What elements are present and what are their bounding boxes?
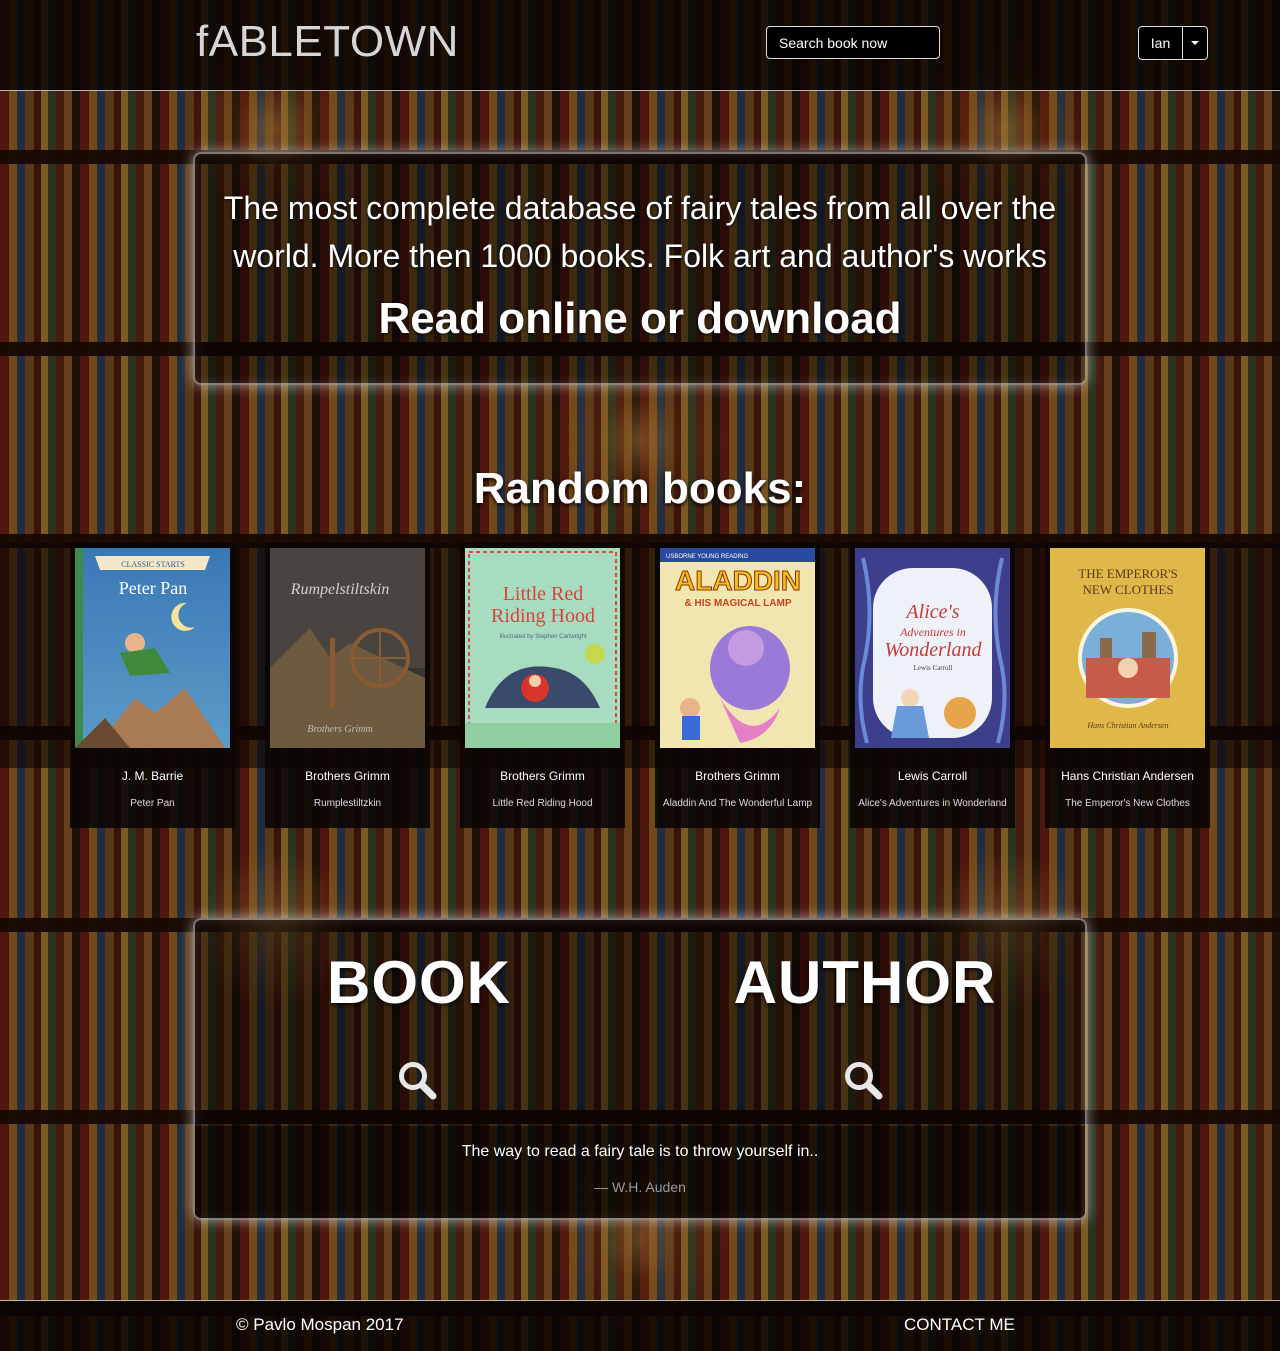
search-panel: BOOK AUTHOR The way to read a fairy tale… <box>193 918 1087 1220</box>
book-card[interactable]: USBORNE YOUNG READING ALADDIN & HIS MAGI… <box>655 543 820 828</box>
magnifier-icon <box>845 1062 883 1100</box>
site-logo[interactable]: fABLETOWN <box>196 20 459 64</box>
cover-title-text: Rumpelstiltskin <box>290 581 390 598</box>
book-title[interactable]: The Emperor's New Clothes <box>1045 798 1210 809</box>
svg-text:Wonderland: Wonderland <box>884 639 982 661</box>
book-cover[interactable]: Rumpelstiltskin Brothers Grimm <box>270 548 425 748</box>
random-books-heading: Random books: <box>473 464 807 513</box>
book-cover[interactable]: THE EMPEROR'S NEW CLOTHES Hans Christian… <box>1050 548 1205 748</box>
quote-author: — W.H. Auden <box>594 1179 686 1195</box>
random-books-list: CLASSIC STARTS Peter Pan J. M. Barrie Pe… <box>70 543 1210 828</box>
book-title[interactable]: Alice's Adventures in Wonderland <box>850 798 1015 809</box>
svg-text:NEW CLOTHES: NEW CLOTHES <box>1082 582 1173 597</box>
svg-text:& HIS MAGICAL LAMP: & HIS MAGICAL LAMP <box>684 598 791 609</box>
cover-top-text: Illustrated by Stephen Cartwright <box>499 634 586 640</box>
top-navbar: fABLETOWN Ian <box>0 0 1280 91</box>
book-card[interactable]: CLASSIC STARTS Peter Pan J. M. Barrie Pe… <box>70 543 235 828</box>
book-author[interactable]: Lewis Carroll <box>850 769 1015 783</box>
book-cover[interactable]: USBORNE YOUNG READING ALADDIN & HIS MAGI… <box>660 548 815 748</box>
search-author-button[interactable] <box>843 1060 885 1102</box>
book-cover[interactable]: CLASSIC STARTS Peter Pan <box>75 548 230 748</box>
hero-description: The most complete database of fairy tale… <box>223 190 1057 274</box>
book-author[interactable]: Hans Christian Andersen <box>1045 769 1210 783</box>
svg-text:THE EMPEROR'S: THE EMPEROR'S <box>1078 566 1178 581</box>
magnifier-icon <box>399 1062 437 1100</box>
book-title[interactable]: Little Red Riding Hood <box>460 798 625 809</box>
search-book-button[interactable] <box>397 1060 439 1102</box>
book-title[interactable]: Aladdin And The Wonderful Lamp <box>655 798 820 809</box>
book-author[interactable]: Brothers Grimm <box>460 769 625 783</box>
book-author[interactable]: Brothers Grimm <box>655 769 820 783</box>
svg-text:Little Red: Little Red <box>503 583 584 605</box>
book-card[interactable]: Alice's Adventures in Wonderland Lewis C… <box>850 543 1015 828</box>
cover-title-text: Peter Pan <box>119 578 187 598</box>
svg-text:Riding Hood: Riding Hood <box>491 605 595 627</box>
search-by-author-heading[interactable]: AUTHOR <box>715 948 1015 1017</box>
book-card[interactable]: Little Red Riding Hood Illustrated by St… <box>460 543 625 828</box>
book-cover[interactable]: Alice's Adventures in Wonderland Lewis C… <box>855 548 1010 748</box>
book-search-input[interactable] <box>766 26 940 59</box>
copyright-text: © Pavlo Mospan 2017 <box>236 1315 404 1334</box>
book-title[interactable]: Peter Pan <box>70 798 235 809</box>
cover-top-text: Hans Christian Andersen <box>1086 721 1168 730</box>
contact-link[interactable]: CONTACT ME <box>904 1315 1015 1335</box>
book-cover[interactable]: Little Red Riding Hood Illustrated by St… <box>465 548 620 748</box>
search-by-book-heading[interactable]: BOOK <box>269 948 569 1017</box>
caret-down-icon <box>1191 41 1199 45</box>
language-selector[interactable]: Ian <box>1138 26 1208 60</box>
cover-top-text: Lewis Carroll <box>914 664 953 672</box>
book-author[interactable]: Brothers Grimm <box>265 769 430 783</box>
svg-text:Adventures in: Adventures in <box>899 625 966 639</box>
hero-call-to-action: Read online or download <box>378 294 902 343</box>
footer: © Pavlo Mospan 2017 CONTACT ME <box>0 1300 1280 1351</box>
book-card[interactable]: THE EMPEROR'S NEW CLOTHES Hans Christian… <box>1045 543 1210 828</box>
cover-top-text: Brothers Grimm <box>307 724 372 735</box>
book-title[interactable]: Rumplestiltzkin <box>265 798 430 809</box>
book-card[interactable]: Rumpelstiltskin Brothers Grimm Brothers … <box>265 543 430 828</box>
cover-top-text: CLASSIC STARTS <box>121 560 185 569</box>
language-dropdown-toggle[interactable] <box>1183 27 1207 59</box>
quote-text: The way to read a fairy tale is to throw… <box>461 1143 819 1160</box>
cover-title-text: ALADDIN <box>675 565 801 596</box>
hero-panel: The most complete database of fairy tale… <box>193 152 1087 385</box>
quote-block: The way to read a fairy tale is to throw… <box>195 1126 1085 1218</box>
svg-text:Alice's: Alice's <box>904 601 959 623</box>
cover-top-text: USBORNE YOUNG READING <box>666 554 749 560</box>
book-author[interactable]: J. M. Barrie <box>70 769 235 783</box>
language-button[interactable]: Ian <box>1139 27 1183 59</box>
